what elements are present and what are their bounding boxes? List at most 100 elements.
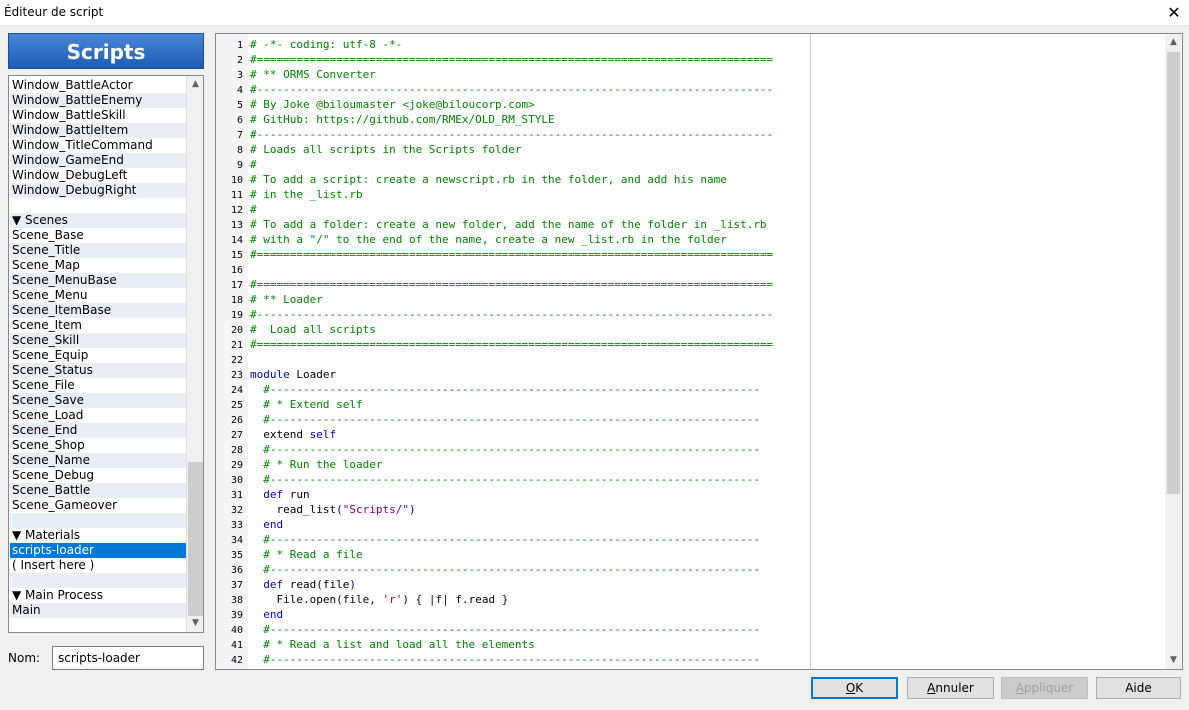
list-item[interactable]: ( Insert here ) — [10, 558, 186, 573]
line-number: 33 — [230, 520, 243, 531]
scroll-thumb[interactable] — [188, 462, 203, 616]
list-item[interactable]: Scene_Load — [10, 408, 186, 423]
list-item[interactable]: Scene_Title — [10, 243, 186, 258]
scroll-thumb[interactable] — [1167, 52, 1180, 494]
list-item[interactable]: Scene_File — [10, 378, 186, 393]
list-item[interactable]: Scene_Item — [10, 318, 186, 333]
code-line[interactable]: 5 # By Joke @biloumaster <joke@biloucorp.… — [216, 97, 1166, 112]
line-number: 12 — [230, 205, 243, 216]
script-list-scrollbar[interactable]: ▲ ▼ — [186, 76, 203, 632]
list-item[interactable]: ▼ Materials — [10, 528, 186, 543]
name-field[interactable]: scripts-loader — [52, 646, 204, 670]
list-item[interactable] — [10, 513, 186, 528]
code-line[interactable]: 37 def read(file) — [216, 577, 1166, 592]
list-item[interactable]: Window_TitleCommand — [10, 138, 186, 153]
code-token: ( — [316, 578, 323, 591]
scroll-up-icon[interactable]: ▲ — [187, 76, 203, 93]
scroll-down-icon[interactable]: ▼ — [187, 615, 203, 632]
code-line[interactable]: 24 #------------------------------------… — [216, 382, 1166, 397]
list-item[interactable]: Scene_Save — [10, 393, 186, 408]
code-line[interactable]: 11 # in the _list.rb — [216, 187, 1166, 202]
code-line[interactable]: 29 # * Run the loader — [216, 457, 1166, 472]
code-line[interactable]: 16 — [216, 262, 1166, 277]
cancel-button[interactable]: Annuler — [907, 677, 994, 699]
list-item[interactable]: ▼ Main Process — [10, 588, 186, 603]
script-list[interactable]: Window_BattleActor Window_BattleEnemy Wind… — [8, 75, 204, 633]
code-line[interactable]: 8 # Loads all scripts in the Scripts fold… — [216, 142, 1166, 157]
line-number: 29 — [230, 460, 243, 471]
code-line[interactable]: 36 #------------------------------------… — [216, 562, 1166, 577]
code-line[interactable]: 18 # ** Loader — [216, 292, 1166, 307]
list-item[interactable]: Scene_Battle — [10, 483, 186, 498]
code-line[interactable]: 19 #-------------------------------------… — [216, 307, 1166, 322]
code-line[interactable]: 2 #======================================… — [216, 52, 1166, 67]
list-item[interactable]: Scene_Menu — [10, 288, 186, 303]
code-area[interactable]: 1 # -*- coding: utf-8 -*- 2 #==============… — [216, 37, 1166, 667]
code-line[interactable]: 14 # with a "/" to the end of the name, c… — [216, 232, 1166, 247]
list-item[interactable]: Window_BattleEnemy — [10, 93, 186, 108]
code-line[interactable]: 21 #=====================================… — [216, 337, 1166, 352]
list-item[interactable]: Scene_Name — [10, 453, 186, 468]
code-line[interactable]: 39 end — [216, 607, 1166, 622]
list-item[interactable]: Window_DebugRight — [10, 183, 186, 198]
code-line[interactable]: 15 #=====================================… — [216, 247, 1166, 262]
code-line[interactable]: 34 #------------------------------------… — [216, 532, 1166, 547]
code-line[interactable]: 28 #------------------------------------… — [216, 442, 1166, 457]
code-line[interactable]: 38 File.open(file, 'r') { |f| f.read } — [216, 592, 1166, 607]
list-item[interactable]: Scene_Map — [10, 258, 186, 273]
list-item[interactable]: Window_BattleActor — [10, 78, 186, 93]
scroll-down-icon[interactable]: ▼ — [1165, 652, 1182, 669]
help-button[interactable]: Aide — [1096, 677, 1181, 699]
list-item[interactable] — [10, 573, 186, 588]
list-item[interactable]: Scene_End — [10, 423, 186, 438]
code-line[interactable]: 32 read_list("Scripts/") — [216, 502, 1166, 517]
list-item[interactable]: Scene_Shop — [10, 438, 186, 453]
code-line[interactable]: 26 #------------------------------------… — [216, 412, 1166, 427]
code-line[interactable]: 31 def run — [216, 487, 1166, 502]
scroll-up-icon[interactable]: ▲ — [1165, 34, 1182, 51]
code-line[interactable]: 30 #------------------------------------… — [216, 472, 1166, 487]
list-item[interactable]: Scene_Gameover — [10, 498, 186, 513]
code-line[interactable]: 6 # GitHub: https://github.com/RMEx/OLD_R… — [216, 112, 1166, 127]
list-item[interactable]: Scene_Base — [10, 228, 186, 243]
code-line[interactable]: 13 # To add a folder: create a new folder… — [216, 217, 1166, 232]
list-item[interactable]: Scene_Status — [10, 363, 186, 378]
list-item[interactable]: Window_BattleItem — [10, 123, 186, 138]
list-item[interactable]: Scene_Equip — [10, 348, 186, 363]
code-line[interactable]: 41 # * Read a list and load all the elem… — [216, 637, 1166, 652]
close-icon[interactable]: ✕ — [1159, 0, 1189, 26]
list-item[interactable]: scripts-loader — [10, 543, 186, 558]
code-line[interactable]: 27 extend self — [216, 427, 1166, 442]
code-line[interactable]: 7 #--------------------------------------… — [216, 127, 1166, 142]
code-line[interactable]: 17 #=====================================… — [216, 277, 1166, 292]
list-item[interactable]: Scene_Skill — [10, 333, 186, 348]
code-line[interactable]: 20 # Load all scripts — [216, 322, 1166, 337]
code-text: # * Run the loader — [250, 457, 382, 472]
code-line[interactable]: 40 #------------------------------------… — [216, 622, 1166, 637]
list-item[interactable]: Main — [10, 603, 186, 618]
code-line[interactable]: 22 — [216, 352, 1166, 367]
apply-button[interactable]: Appliquer — [1001, 677, 1088, 699]
list-item[interactable]: Window_GameEnd — [10, 153, 186, 168]
list-item[interactable]: Scene_MenuBase — [10, 273, 186, 288]
code-line[interactable]: 4 #--------------------------------------… — [216, 82, 1166, 97]
code-line[interactable]: 42 #------------------------------------… — [216, 652, 1166, 667]
list-item[interactable]: ▼ Scenes — [10, 213, 186, 228]
list-item[interactable]: Scene_ItemBase — [10, 303, 186, 318]
code-line[interactable]: 10 # To add a script: create a newscript.… — [216, 172, 1166, 187]
code-line[interactable]: 3 # ** ORMS Converter — [216, 67, 1166, 82]
code-editor[interactable]: 1 # -*- coding: utf-8 -*- 2 #==============… — [215, 33, 1183, 670]
code-line[interactable]: 9 # — [216, 157, 1166, 172]
list-item[interactable] — [10, 198, 186, 213]
code-line[interactable]: 23 module Loader — [216, 367, 1166, 382]
code-line[interactable]: 25 # * Extend self — [216, 397, 1166, 412]
list-item[interactable]: Window_DebugLeft — [10, 168, 186, 183]
editor-scrollbar[interactable]: ▲ ▼ — [1165, 34, 1182, 669]
list-item[interactable]: Scene_Debug — [10, 468, 186, 483]
code-line[interactable]: 1 # -*- coding: utf-8 -*- — [216, 37, 1166, 52]
code-line[interactable]: 12 # — [216, 202, 1166, 217]
ok-button[interactable]: OK — [811, 677, 898, 699]
code-line[interactable]: 35 # * Read a file — [216, 547, 1166, 562]
code-line[interactable]: 33 end — [216, 517, 1166, 532]
list-item[interactable]: Window_BattleSkill — [10, 108, 186, 123]
